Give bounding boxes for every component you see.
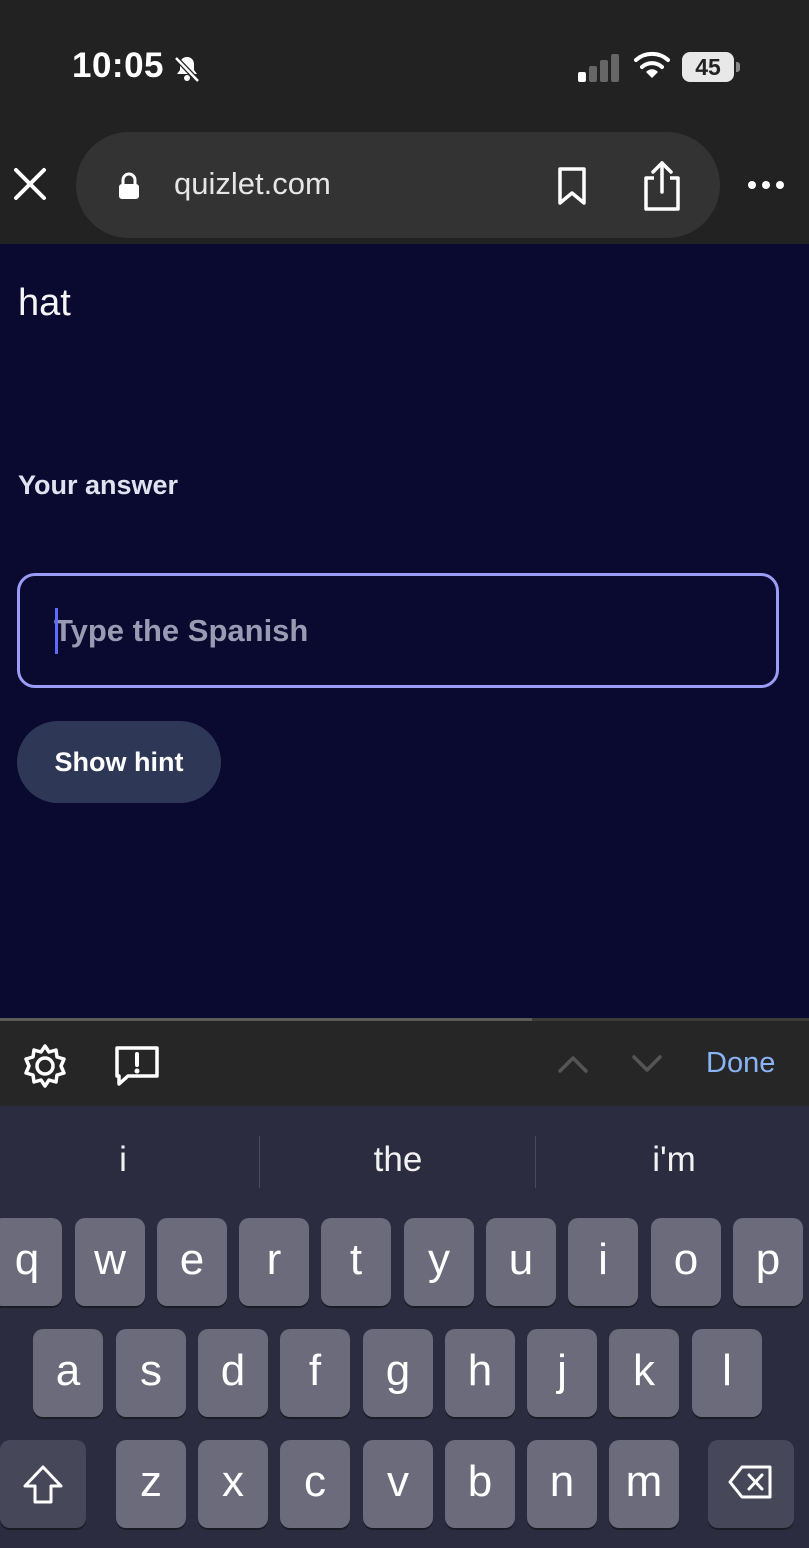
address-bar[interactable]: quizlet.com (76, 132, 720, 238)
key-h[interactable]: h (445, 1329, 515, 1417)
suggestion-divider (535, 1136, 536, 1188)
battery-level: 45 (695, 54, 721, 80)
key-s[interactable]: s (116, 1329, 186, 1417)
shift-icon (23, 1465, 63, 1504)
answer-input[interactable] (54, 578, 754, 684)
show-hint-button[interactable]: Show hint (17, 721, 221, 803)
url-text: quizlet.com (174, 166, 331, 201)
signal-icon (578, 54, 619, 82)
report-icon[interactable] (114, 1045, 160, 1087)
key-m[interactable]: m (609, 1440, 679, 1528)
key-t[interactable]: t (321, 1218, 391, 1306)
key-u[interactable]: u (486, 1218, 556, 1306)
suggestion-2[interactable]: the (330, 1140, 466, 1184)
key-e[interactable]: e (157, 1218, 227, 1306)
chevron-down-icon[interactable] (630, 1053, 664, 1075)
done-button[interactable]: Done (706, 1047, 775, 1080)
flashcard-term: hat (18, 282, 71, 324)
key-p[interactable]: p (733, 1218, 803, 1306)
share-icon[interactable] (642, 160, 682, 212)
more-icon[interactable] (742, 170, 790, 200)
suggestion-1[interactable]: i (90, 1140, 156, 1184)
key-f[interactable]: f (280, 1329, 350, 1417)
browser-toolbar: quizlet.com (0, 130, 809, 244)
lock-icon (119, 172, 139, 199)
key-l[interactable]: l (692, 1329, 762, 1417)
key-w[interactable]: w (75, 1218, 145, 1306)
study-page: hat Your answer Show hint (0, 244, 809, 1018)
key-q[interactable]: q (0, 1218, 62, 1306)
key-y[interactable]: y (404, 1218, 474, 1306)
backspace-key[interactable] (708, 1440, 794, 1528)
chevron-up-icon[interactable] (556, 1053, 590, 1075)
shift-key[interactable] (0, 1440, 86, 1528)
text-caret (55, 608, 58, 654)
answer-label: Your answer (18, 470, 179, 500)
key-v[interactable]: v (363, 1440, 433, 1528)
key-r[interactable]: r (239, 1218, 309, 1306)
gear-icon[interactable] (22, 1043, 68, 1089)
key-c[interactable]: c (280, 1440, 350, 1528)
key-j[interactable]: j (527, 1329, 597, 1417)
status-time: 10:05 (72, 46, 165, 85)
close-icon[interactable] (8, 162, 52, 206)
on-screen-keyboard: i the i'm q w e r t y u i o p a s d f g … (0, 1106, 809, 1548)
key-i[interactable]: i (568, 1218, 638, 1306)
suggestion-3[interactable]: i'm (606, 1140, 742, 1184)
key-z[interactable]: z (116, 1440, 186, 1528)
key-g[interactable]: g (363, 1329, 433, 1417)
key-o[interactable]: o (651, 1218, 721, 1306)
key-a[interactable]: a (33, 1329, 103, 1417)
key-k[interactable]: k (609, 1329, 679, 1417)
key-n[interactable]: n (527, 1440, 597, 1528)
suggestion-divider (259, 1136, 260, 1188)
bell-slash-icon (174, 56, 200, 83)
key-x[interactable]: x (198, 1440, 268, 1528)
status-bar: 10:05 45 (0, 0, 809, 130)
battery-icon: 45 (682, 52, 740, 82)
key-b[interactable]: b (445, 1440, 515, 1528)
keyboard-accessory-bar: Done (0, 1018, 809, 1106)
wifi-icon (634, 51, 670, 78)
key-d[interactable]: d (198, 1329, 268, 1417)
backspace-icon (728, 1465, 772, 1499)
scroll-indicator (0, 1018, 532, 1021)
bookmark-icon[interactable] (556, 166, 588, 206)
answer-field[interactable] (17, 573, 779, 688)
